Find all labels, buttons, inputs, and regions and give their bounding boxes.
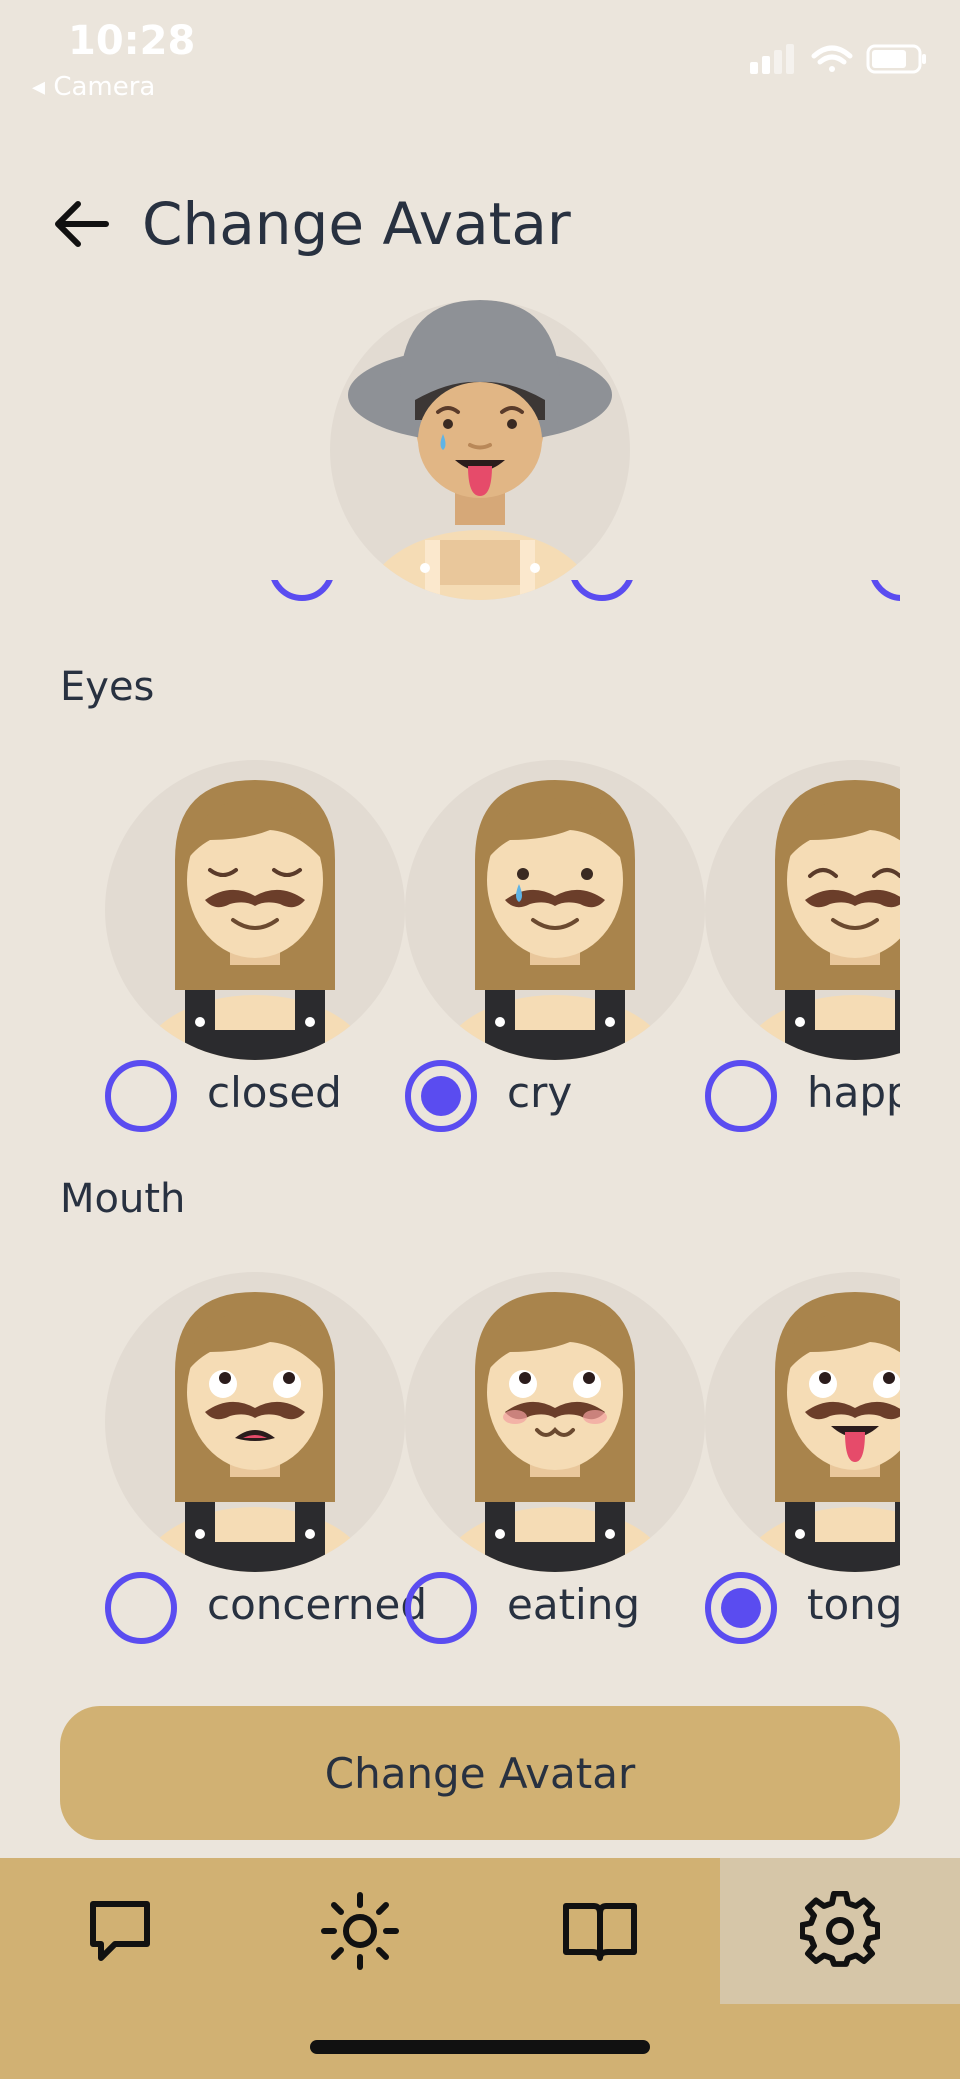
radio-closed[interactable] — [105, 1060, 177, 1132]
mouth-section-label: Mouth — [60, 1176, 186, 1222]
header: Change Avatar — [0, 180, 960, 270]
hair-options-row-partial — [0, 580, 900, 620]
home-indicator — [310, 2040, 650, 2054]
radio-happy[interactable] — [705, 1060, 777, 1132]
radio-concerned[interactable] — [105, 1572, 177, 1644]
option-label: closed — [207, 1068, 342, 1117]
option-label: eating — [507, 1580, 640, 1629]
mouth-option-concerned[interactable]: concerned — [105, 1272, 427, 1672]
status-icons — [750, 40, 930, 84]
radio-partial-1 — [271, 580, 333, 601]
eyes-section-label: Eyes — [60, 664, 155, 710]
option-label: cry — [507, 1068, 573, 1117]
status-bar: 10:28 ◂ Camera — [0, 0, 960, 110]
mouth-option-eating[interactable]: eating — [405, 1272, 705, 1672]
mouth-option-tongue[interactable]: tong — [705, 1272, 900, 1672]
back-arrow-icon[interactable] — [52, 198, 112, 250]
radio-cry[interactable] — [405, 1060, 477, 1132]
avatar-thumbnail — [705, 760, 900, 1060]
radio-partial-3 — [871, 580, 900, 601]
avatar-thumbnail — [405, 760, 705, 1060]
tab-book[interactable] — [480, 1858, 720, 2004]
sun-icon — [321, 1892, 399, 1970]
avatar-thumbnail — [105, 760, 405, 1060]
tab-sun[interactable] — [240, 1858, 480, 2004]
radio-partial-2 — [571, 580, 633, 601]
battery-icon — [866, 44, 926, 74]
tab-bar — [0, 1858, 960, 2079]
status-time: 10:28 — [68, 18, 196, 64]
signal-icon — [750, 44, 794, 74]
gear-icon — [800, 1891, 880, 1967]
mouth-options-row: concerned eating tong — [0, 1272, 900, 1672]
tab-settings[interactable] — [720, 1858, 960, 2004]
option-label: tong — [807, 1580, 900, 1629]
change-avatar-button[interactable]: Change Avatar — [60, 1706, 900, 1840]
avatar-thumbnail — [405, 1272, 705, 1572]
book-icon — [563, 1903, 637, 1961]
wifi-icon — [811, 45, 853, 72]
radio-eating[interactable] — [405, 1572, 477, 1644]
chat-icon — [90, 1901, 150, 1961]
avatar-thumbnail — [105, 1272, 405, 1572]
eye-option-closed[interactable]: closed — [105, 760, 405, 1160]
eyes-options-row: closed cry happ — [0, 760, 900, 1160]
option-label: happ — [807, 1068, 900, 1117]
avatar-thumbnail — [705, 1272, 900, 1572]
tab-chat[interactable] — [0, 1858, 240, 2004]
option-label: concerned — [207, 1580, 427, 1629]
eye-option-cry[interactable]: cry — [405, 760, 705, 1160]
eye-option-happy[interactable]: happ — [705, 760, 900, 1160]
page-title: Change Avatar — [142, 190, 571, 258]
radio-tongue[interactable] — [705, 1572, 777, 1644]
back-to-camera-link[interactable]: ◂ Camera — [32, 72, 155, 102]
avatar-preview — [330, 300, 630, 600]
